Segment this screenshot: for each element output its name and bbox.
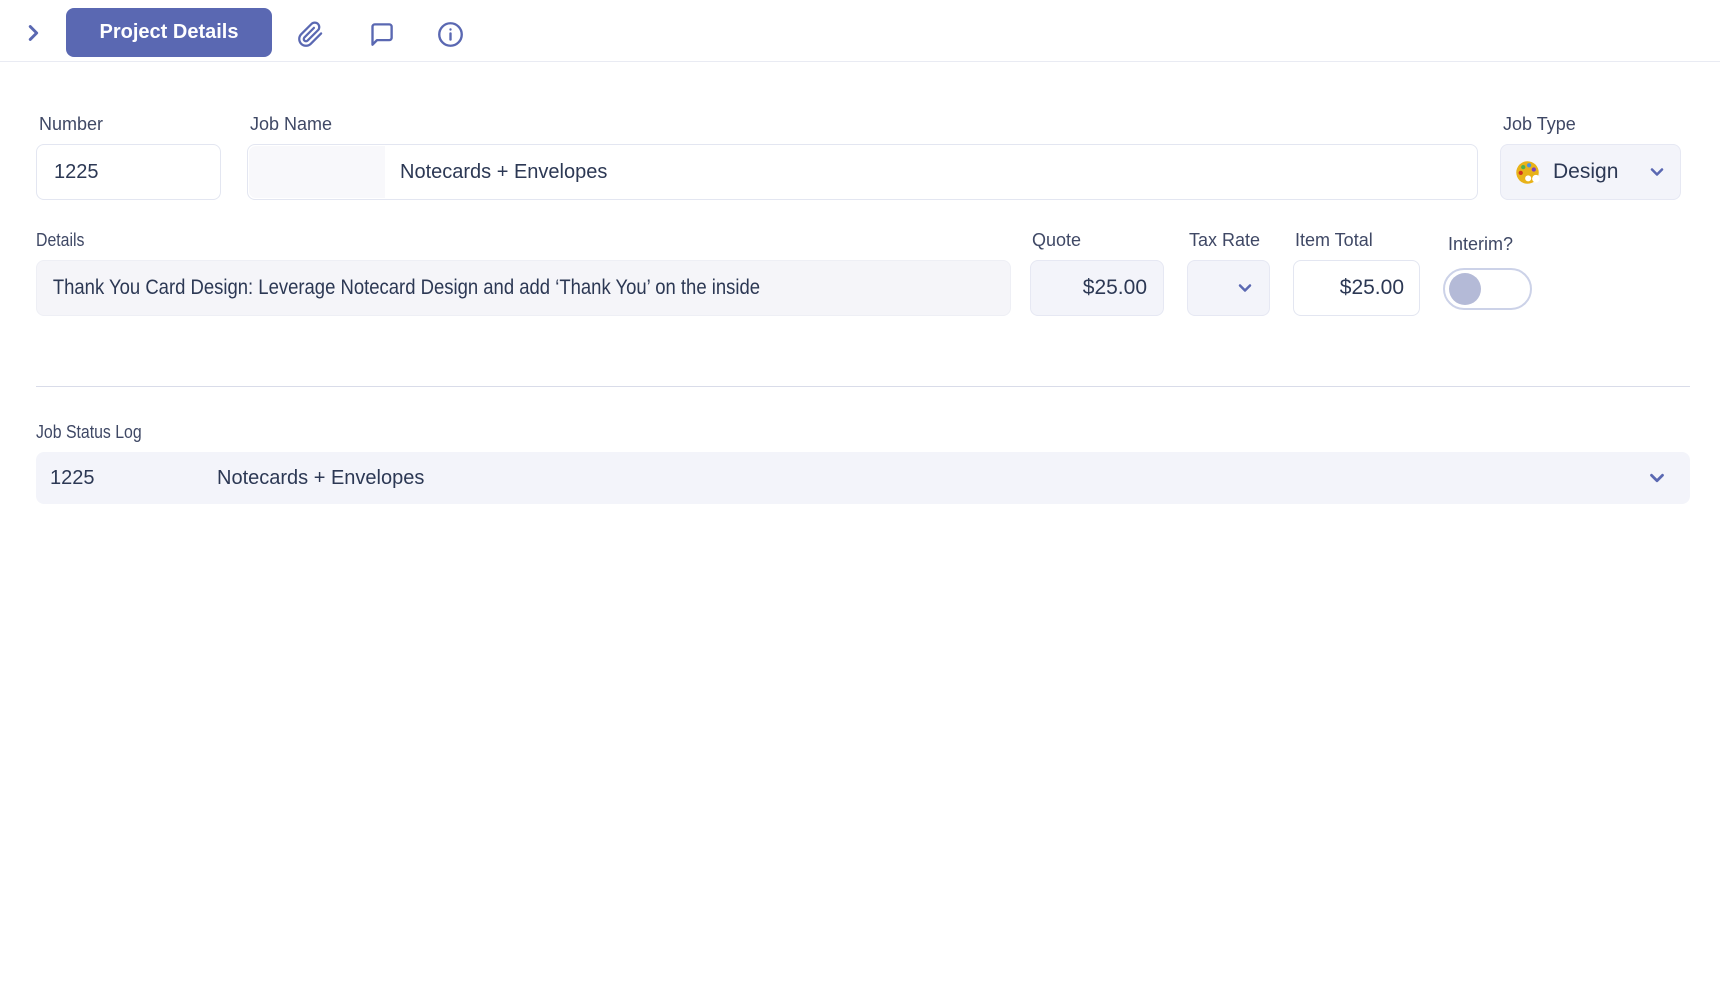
job-name-value: Notecards + Envelopes xyxy=(400,160,608,183)
details-label: Details xyxy=(36,230,85,250)
collapse-panel-button[interactable] xyxy=(18,18,48,48)
comment-bubble-icon xyxy=(368,21,395,48)
tax-rate-select[interactable] xyxy=(1187,260,1270,316)
number-input[interactable]: 1225 xyxy=(36,144,221,200)
chevron-down-icon xyxy=(1235,278,1255,298)
details-input[interactable]: Thank You Card Design: Leverage Notecard… xyxy=(36,260,1011,316)
chevron-right-icon xyxy=(22,22,44,44)
tax-rate-label: Tax Rate xyxy=(1189,230,1261,250)
job-status-row-number: 1225 xyxy=(50,466,95,489)
quote-label: Quote xyxy=(1032,230,1082,250)
toolbar: Project Details xyxy=(0,0,1720,62)
quote-value: $25.00 xyxy=(1082,276,1147,299)
job-status-log-label: Job Status Log xyxy=(36,422,142,442)
interim-toggle[interactable] xyxy=(1443,268,1532,310)
job-type-label: Job Type xyxy=(1503,114,1576,134)
job-status-log-row[interactable]: 1225 Notecards + Envelopes xyxy=(36,452,1690,504)
job-type-value: Design xyxy=(1553,160,1619,183)
item-total-value: $25.00 xyxy=(1339,276,1404,299)
job-type-select[interactable]: Design xyxy=(1500,144,1681,200)
palette-icon xyxy=(1514,159,1541,186)
job-name-input[interactable]: Notecards + Envelopes xyxy=(247,144,1478,200)
section-divider xyxy=(36,386,1690,387)
info-button[interactable] xyxy=(434,18,466,50)
attachments-button[interactable] xyxy=(294,18,326,50)
project-details-button[interactable]: Project Details xyxy=(66,8,272,57)
job-status-row-name: Notecards + Envelopes xyxy=(217,466,425,489)
comments-button[interactable] xyxy=(365,18,397,50)
toggle-knob xyxy=(1449,273,1481,305)
chevron-down-icon xyxy=(1646,467,1668,489)
job-name-label: Job Name xyxy=(250,114,333,134)
paperclip-icon xyxy=(297,20,324,48)
number-value: 1225 xyxy=(54,160,99,183)
interim-label: Interim? xyxy=(1448,234,1514,254)
number-label: Number xyxy=(39,114,104,134)
info-icon xyxy=(437,21,464,48)
item-total-label: Item Total xyxy=(1295,230,1373,250)
item-total-input[interactable]: $25.00 xyxy=(1293,260,1420,316)
job-name-prefix-area xyxy=(249,146,385,198)
chevron-down-icon xyxy=(1647,162,1667,182)
quote-input[interactable]: $25.00 xyxy=(1030,260,1164,316)
details-value: Thank You Card Design: Leverage Notecard… xyxy=(52,276,761,299)
